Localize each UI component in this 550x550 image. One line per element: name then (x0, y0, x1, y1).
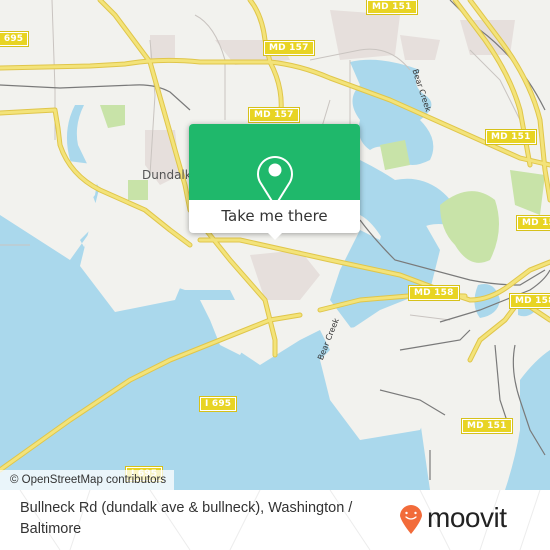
moovit-logo[interactable]: moovit (398, 500, 507, 536)
popup-pointer (267, 232, 283, 240)
route-shield-md151-top: MD 151 (366, 0, 418, 15)
take-me-there-button[interactable]: Take me there (189, 200, 360, 233)
route-shield-md15-right: MD 15 (515, 215, 550, 231)
location-popup: Take me there (189, 124, 360, 240)
moovit-pin-icon (400, 505, 422, 534)
footer-bar: Bullneck Rd (dundalk ave & bullneck), Wa… (0, 490, 550, 550)
route-shield-md151-right: MD 151 (485, 129, 537, 145)
stop-title: Bullneck Rd (dundalk ave & bullneck), Wa… (20, 500, 353, 537)
route-shield-md157-lower: MD 157 (248, 107, 300, 123)
place-label-dundalk: Dundalk (142, 168, 192, 182)
route-shield-i695-lower: I 695 (198, 396, 238, 412)
map-attribution[interactable]: © OpenStreetMap contributors (0, 470, 175, 490)
popup-header (189, 124, 360, 208)
route-shield-i695-top: I 695 (0, 31, 30, 47)
moovit-wordmark: moovit (427, 502, 507, 533)
map-base-layer (0, 0, 550, 490)
route-shield-md158-center: MD 158 (408, 285, 460, 301)
back-river-water (505, 350, 550, 490)
map-view[interactable]: I 695 MD 151 MD 157 MD 157 MD 151 MD 15 … (0, 0, 550, 490)
bear-creek-mid (360, 160, 456, 244)
route-shield-md158-right: MD 158 (509, 293, 550, 309)
route-shield-md157-upper: MD 157 (263, 40, 315, 56)
route-shield-md151-lower: MD 151 (461, 418, 513, 434)
